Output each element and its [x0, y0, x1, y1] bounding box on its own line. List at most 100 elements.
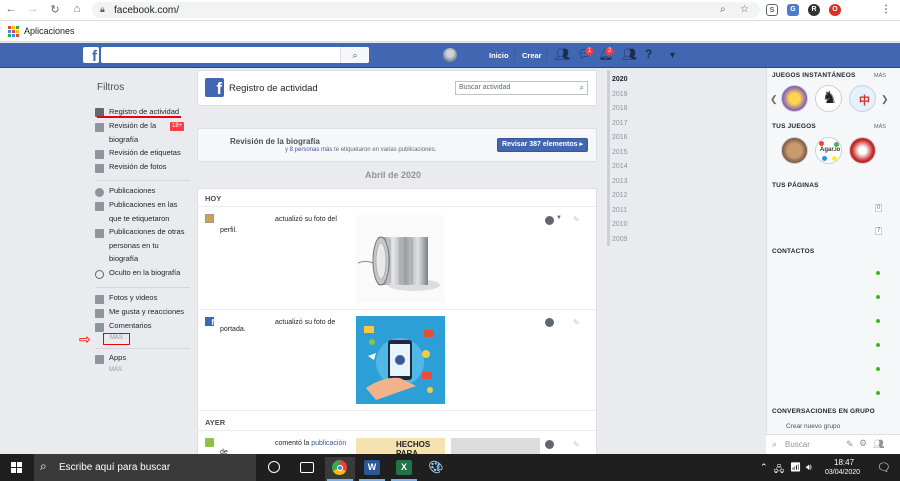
red-extension-icon[interactable]: O	[829, 4, 841, 16]
friends-icon[interactable]: 👥︎	[555, 47, 570, 61]
apps-grid-icon[interactable]	[8, 26, 19, 37]
volume-icon[interactable]: 🔊︎	[806, 462, 812, 473]
review-people-link[interactable]: 8 personas más	[290, 147, 333, 153]
compose-icon[interactable]: ✎	[846, 439, 854, 450]
forward-arrow-icon[interactable]: →	[26, 3, 40, 15]
publication-link[interactable]: publicación	[311, 440, 346, 447]
bookmark-star-icon[interactable]: ☆	[740, 4, 749, 15]
year-link[interactable]: 2012	[612, 192, 628, 199]
home-link[interactable]: Inicio	[489, 51, 509, 60]
paint-app-icon[interactable]: 🎨︎	[421, 457, 451, 481]
activity-search-input[interactable]: Buscar actividad ⌕	[455, 81, 588, 95]
more-link-highlighted[interactable]: MÁS	[103, 333, 130, 345]
year-link[interactable]: 2018	[612, 105, 628, 112]
gear-icon[interactable]: ⚙	[859, 438, 867, 449]
avatar[interactable]	[443, 48, 457, 62]
taskbar-search-input[interactable]: ⌕ Escribe aquí para buscar	[34, 454, 256, 481]
edit-pencil-icon[interactable]: ✎	[573, 318, 580, 327]
help-icon[interactable]: ?	[645, 47, 652, 61]
address-bar[interactable]: 🔒︎ facebook.com/ ⌕ ☆	[92, 2, 760, 18]
page-count-badge: 0	[875, 204, 883, 212]
filter-tagged-posts[interactable]: Publicaciones en las que te etiquetaron	[109, 198, 181, 225]
wifi-icon[interactable]: 📶︎	[790, 462, 801, 473]
review-items-button[interactable]: Revisar 387 elementos ▸	[497, 138, 588, 152]
clock-time[interactable]: 18:47	[834, 458, 854, 467]
task-view-icon[interactable]	[293, 457, 323, 481]
game-icon[interactable]	[781, 137, 808, 164]
quick-help-icon[interactable]: 👥︎	[622, 47, 637, 61]
kebab-menu-icon[interactable]: ⋮	[880, 4, 892, 16]
divider	[546, 50, 547, 61]
year-link[interactable]: 2020	[612, 76, 628, 83]
filter-posts[interactable]: Publicaciones	[109, 184, 191, 198]
filter-likes[interactable]: Me gusta y reacciones	[109, 305, 191, 319]
filter-biography-review[interactable]: Revisión de la biografía	[109, 119, 167, 146]
translate-extension-icon[interactable]: G	[787, 4, 799, 16]
globe-privacy-icon[interactable]	[545, 440, 554, 449]
profile-extension-icon[interactable]: R	[808, 4, 820, 16]
agario-game-icon[interactable]: Agar.io	[815, 137, 842, 164]
year-link[interactable]: 2010	[612, 221, 628, 228]
shared-post-image-2[interactable]	[451, 438, 540, 454]
more-link[interactable]: MÁS	[874, 73, 886, 79]
chevron-down-icon[interactable]: ▼	[556, 215, 562, 221]
filter-others-posts[interactable]: Publicaciones de otras personas en tu bi…	[109, 225, 185, 266]
year-link[interactable]: 2019	[612, 91, 628, 98]
zoom-icon[interactable]: ⌕	[720, 4, 726, 15]
filter-hidden[interactable]: Oculto en la biografía	[109, 266, 191, 280]
year-link[interactable]: 2014	[612, 163, 628, 170]
globe-privacy-icon[interactable]	[545, 216, 554, 225]
profile-photo-thumbnail[interactable]	[205, 214, 214, 223]
excel-app-icon[interactable]: X	[389, 457, 419, 481]
extension-icon[interactable]: S	[766, 4, 778, 16]
game-icon[interactable]	[849, 137, 876, 164]
chevron-down-icon[interactable]: ▼	[668, 50, 677, 60]
cover-photo-thumbnail[interactable]	[356, 316, 445, 404]
search-icon[interactable]: ⌕	[340, 47, 369, 63]
word-app-icon[interactable]: W	[357, 457, 387, 481]
network-icon[interactable]: 🖧︎	[774, 462, 784, 478]
apps-bookmark[interactable]: Aplicaciones	[24, 26, 75, 36]
year-link[interactable]: 2011	[612, 207, 627, 214]
notification-center-icon[interactable]: 🗨︎	[877, 461, 891, 474]
home-icon[interactable]: ⌂	[70, 3, 84, 15]
group-icon[interactable]: 👥︎	[873, 439, 884, 450]
create-group-link[interactable]: Crear nuevo grupo	[786, 423, 840, 430]
year-link[interactable]: 2015	[612, 149, 628, 156]
filter-photo-review[interactable]: Revisión de fotos	[109, 160, 191, 174]
filter-apps[interactable]: Apps	[109, 351, 191, 365]
year-link[interactable]: 2013	[612, 178, 628, 185]
back-arrow-icon[interactable]: ←	[4, 3, 18, 15]
create-link[interactable]: Crear	[522, 51, 542, 60]
reload-icon[interactable]: ↻	[48, 3, 62, 16]
search-icon[interactable]: ⌕	[580, 83, 584, 93]
more-link[interactable]: MÁS	[874, 124, 886, 130]
globe-privacy-icon[interactable]	[545, 318, 554, 327]
filter-tag-review[interactable]: Revisión de etiquetas	[109, 146, 191, 160]
clock-date[interactable]: 03/04/2020	[825, 469, 860, 476]
more-link[interactable]: MÁS	[109, 364, 191, 378]
windows-start-icon[interactable]	[11, 462, 22, 473]
year-link[interactable]: 2017	[612, 120, 628, 127]
filter-comments[interactable]: Comentarios	[109, 319, 191, 333]
facebook-logo-icon[interactable]: f	[83, 47, 99, 65]
tin-can-photo[interactable]	[356, 215, 445, 303]
edit-pencil-icon[interactable]: ✎	[573, 215, 580, 224]
facebook-app-icon[interactable]: f	[205, 317, 214, 327]
chat-search-bar[interactable]: ⌕ Buscar ✎ ⚙ 👥︎	[766, 434, 900, 454]
comment-icon[interactable]	[205, 438, 214, 447]
mahjong-game-icon[interactable]: 中	[849, 85, 876, 112]
tray-chevron-icon[interactable]: ⌃	[760, 462, 768, 473]
chevron-left-icon[interactable]: ❮	[770, 94, 778, 105]
filter-photos-videos[interactable]: Fotos y videos	[109, 291, 191, 305]
cortana-icon[interactable]	[268, 461, 280, 473]
chevron-right-icon[interactable]: ❯	[881, 94, 889, 105]
year-link[interactable]: 2009	[612, 236, 628, 243]
chess-game-icon[interactable]: ♞	[815, 85, 842, 112]
facebook-search-input[interactable]	[101, 47, 369, 63]
year-link[interactable]: 2016	[612, 134, 628, 141]
shared-post-image[interactable]: HECHOS PARA	[356, 438, 445, 454]
chrome-app-icon[interactable]	[325, 457, 355, 481]
game-icon[interactable]	[781, 85, 808, 112]
edit-pencil-icon[interactable]: ✎	[573, 440, 580, 449]
